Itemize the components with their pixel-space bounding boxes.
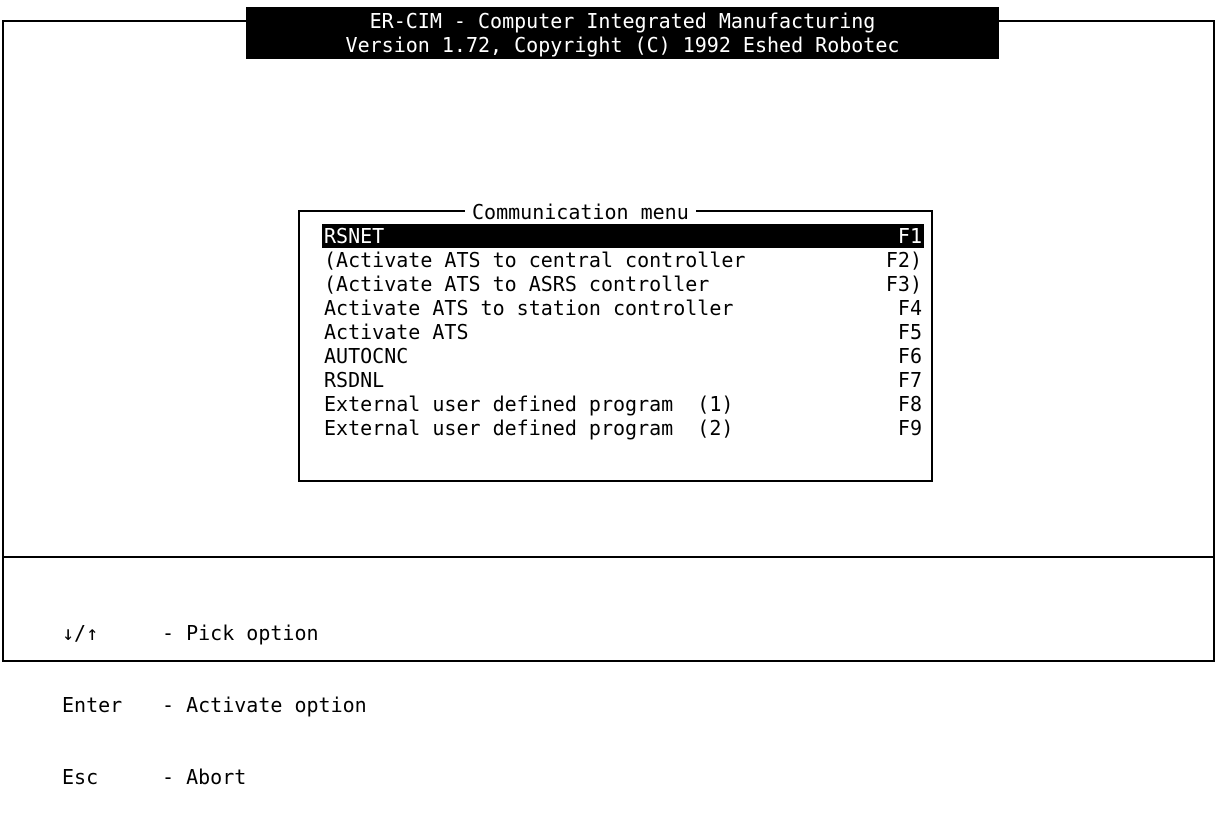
menu-item-label: Activate ATS	[324, 320, 469, 344]
help-desc: - Abort	[162, 765, 247, 789]
help-row-activate: Enter - Activate option	[62, 693, 367, 717]
help-key: ↓/↑	[62, 621, 99, 645]
menu-item-key: F1	[897, 224, 922, 248]
menu-item-key: F2)	[885, 248, 922, 272]
app-title-banner: ER-CIM - Computer Integrated Manufacturi…	[246, 7, 999, 59]
help-desc: - Activate option	[162, 693, 367, 717]
menu-item-label: AUTOCNC	[324, 344, 409, 368]
menu-item-key: F4	[897, 296, 922, 320]
menu-title: Communication menu	[465, 200, 696, 224]
menu-item-label: External user defined program (2)	[324, 416, 734, 440]
menu-item-key: F3)	[885, 272, 922, 296]
menu-item-rsnet[interactable]: RSNET F1	[322, 224, 924, 248]
menu-item-label: External user defined program (1)	[324, 392, 734, 416]
menu-item-label: RSNET	[324, 224, 385, 248]
menu-item-external-1[interactable]: External user defined program (1) F8	[322, 392, 924, 416]
help-panel: ↓/↑ - Pick option Enter - Activate optio…	[62, 573, 367, 813]
menu-item-label: Activate ATS to station controller	[324, 296, 734, 320]
menu-item-autocnc[interactable]: AUTOCNC F6	[322, 344, 924, 368]
menu-list: RSNET F1 (Activate ATS to central contro…	[322, 224, 924, 440]
help-key: Enter	[62, 693, 123, 717]
menu-item-ats-station[interactable]: Activate ATS to station controller F4	[322, 296, 924, 320]
help-divider	[2, 556, 1215, 558]
menu-item-key: F8	[897, 392, 922, 416]
menu-item-label: RSDNL	[324, 368, 385, 392]
app-title: ER-CIM - Computer Integrated Manufacturi…	[369, 9, 876, 33]
menu-item-label: (Activate ATS to ASRS controller	[324, 272, 710, 296]
help-key: Esc	[62, 765, 99, 789]
help-desc: - Pick option	[162, 621, 319, 645]
menu-item-activate-ats[interactable]: Activate ATS F5	[322, 320, 924, 344]
menu-item-key: F6	[897, 344, 922, 368]
help-row-abort: Esc - Abort	[62, 765, 367, 789]
menu-item-key: F9	[897, 416, 922, 440]
menu-item-ats-asrs[interactable]: (Activate ATS to ASRS controller F3)	[322, 272, 924, 296]
menu-item-label: (Activate ATS to central controller	[324, 248, 746, 272]
help-row-pick: ↓/↑ - Pick option	[62, 621, 367, 645]
menu-item-key: F5	[897, 320, 922, 344]
menu-item-key: F7	[897, 368, 922, 392]
menu-item-ats-central[interactable]: (Activate ATS to central controller F2)	[322, 248, 924, 272]
menu-item-external-2[interactable]: External user defined program (2) F9	[322, 416, 924, 440]
menu-item-rsdnl[interactable]: RSDNL F7	[322, 368, 924, 392]
app-version: Version 1.72, Copyright (C) 1992 Eshed R…	[345, 33, 900, 57]
